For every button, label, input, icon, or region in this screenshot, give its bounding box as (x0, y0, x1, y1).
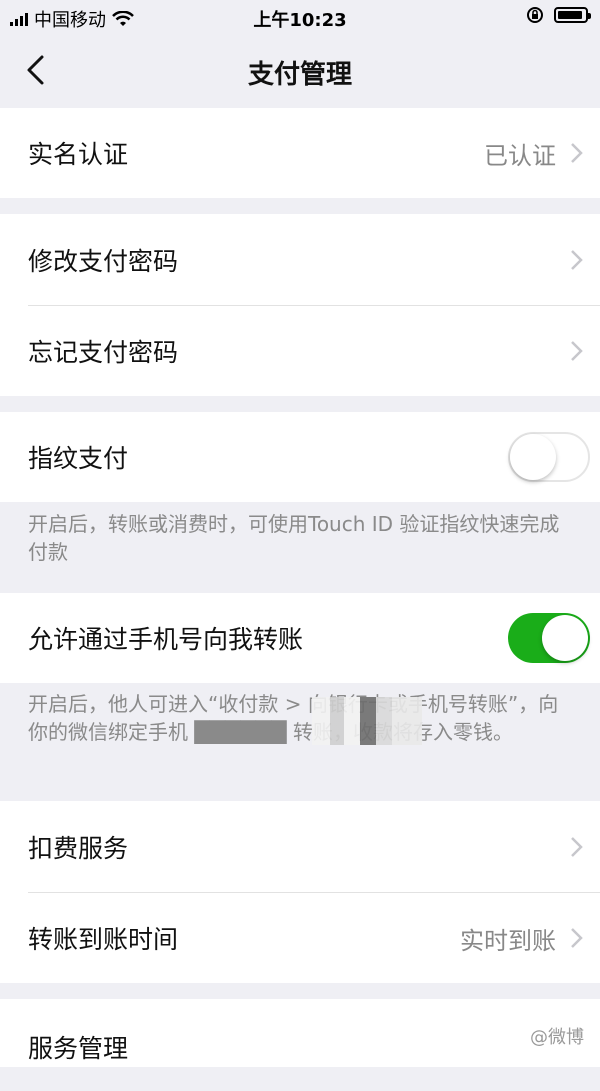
battery-icon (554, 7, 591, 23)
page-title: 支付管理 (247, 60, 352, 90)
chevron-right-icon (571, 928, 583, 948)
fingerprint-label: 指纹支付 (28, 444, 129, 473)
phone-transfer-cell: 允许通过手机号向我转账 (0, 593, 600, 683)
chevron-right-icon (571, 143, 583, 163)
phone-transfer-note: 开启后，他人可进入“收付款 > 向银行卡或手机号转账”，向你的微信绑定手机 ██… (28, 692, 559, 744)
section-identity: 实名认证 已认证 (0, 108, 600, 198)
fingerprint-toggle[interactable] (508, 432, 590, 482)
section-password: 修改支付密码 忘记支付密码 (0, 214, 600, 396)
service-management-label: 服务管理 (28, 1034, 129, 1063)
status-time: 上午10:23 (253, 10, 347, 31)
chevron-right-icon (571, 341, 583, 361)
watermark: @微博 (530, 1027, 584, 1048)
change-password-label: 修改支付密码 (28, 247, 179, 276)
arrival-time-cell[interactable]: 转账到账时间 实时到账 (0, 893, 600, 983)
service-management-cell[interactable]: 服务管理 (0, 999, 600, 1091)
identity-cell[interactable]: 实名认证 已认证 (0, 108, 600, 198)
phone-transfer-toggle[interactable] (508, 613, 590, 663)
rotation-lock-icon (527, 7, 543, 23)
toggle-knob (542, 615, 588, 661)
chevron-right-icon (571, 250, 583, 270)
forgot-password-label: 忘记支付密码 (28, 338, 179, 367)
status-bar: 中国移动 上午10:23 (0, 0, 600, 34)
section-management: 服务管理 (0, 999, 600, 1067)
deduction-service-label: 扣费服务 (28, 834, 129, 863)
fingerprint-cell: 指纹支付 (0, 412, 600, 502)
deduction-service-cell[interactable]: 扣费服务 (0, 801, 600, 893)
identity-label: 实名认证 (28, 140, 129, 169)
arrival-time-value: 实时到账 (460, 926, 556, 955)
nav-bar: 支付管理 (0, 34, 600, 108)
section-fingerprint: 指纹支付 (0, 412, 600, 502)
status-right (526, 6, 591, 24)
arrival-time-label: 转账到账时间 (28, 925, 179, 954)
fingerprint-note: 开启后，转账或消费时，可使用Touch ID 验证指纹快速完成付款 (28, 512, 560, 564)
redacted-phone-mosaic (312, 697, 422, 745)
change-password-cell[interactable]: 修改支付密码 (0, 214, 600, 306)
forgot-password-cell[interactable]: 忘记支付密码 (0, 306, 600, 396)
chevron-right-icon (571, 837, 583, 857)
section-services: 扣费服务 转账到账时间 实时到账 (0, 801, 600, 983)
phone-transfer-label: 允许通过手机号向我转账 (28, 625, 304, 654)
toggle-knob (510, 434, 556, 480)
section-phone-transfer: 允许通过手机号向我转账 (0, 593, 600, 683)
identity-status: 已认证 (484, 141, 556, 170)
